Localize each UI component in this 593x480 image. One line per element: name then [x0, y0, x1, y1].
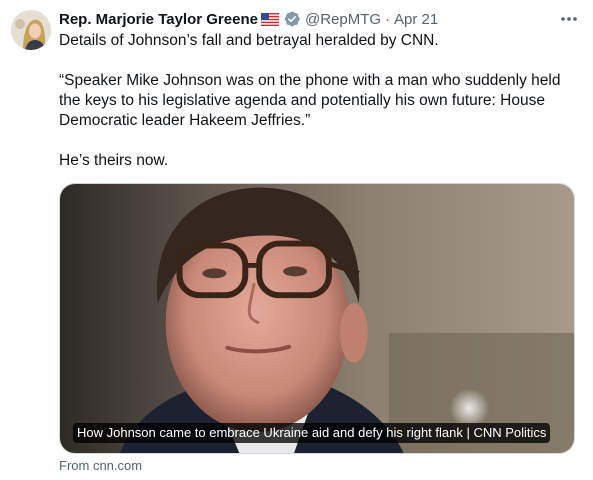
author-handle[interactable]: @RepMTG [305, 11, 381, 28]
article-photo [60, 184, 574, 453]
separator-dot: · [385, 10, 391, 28]
us-flag-icon [260, 12, 280, 26]
card-caption: How Johnson came to embrace Ukraine aid … [73, 423, 551, 443]
tweet-date[interactable]: Apr 21 [394, 11, 438, 28]
card-source[interactable]: From cnn.com [59, 458, 142, 473]
avatar-image [11, 10, 51, 50]
verified-badge-icon[interactable] [283, 10, 301, 28]
tweet-line-1: Details of Johnson’s fall and betrayal h… [59, 32, 439, 49]
tweet-quote: “Speaker Mike Johnson was on the phone w… [59, 72, 561, 129]
more-options-icon[interactable] [559, 9, 579, 29]
tweet: Rep. Marjorie Taylor Greene @RepMTG · Ap… [0, 0, 593, 480]
author-name[interactable]: Rep. Marjorie Taylor Greene [59, 11, 258, 28]
link-card[interactable]: How Johnson came to embrace Ukraine aid … [59, 183, 575, 454]
tweet-text: Details of Johnson’s fall and betrayal h… [59, 31, 574, 171]
tweet-line-3: He’s theirs now. [59, 152, 169, 169]
tweet-header: Rep. Marjorie Taylor Greene @RepMTG · Ap… [59, 9, 579, 29]
avatar[interactable] [11, 10, 51, 50]
